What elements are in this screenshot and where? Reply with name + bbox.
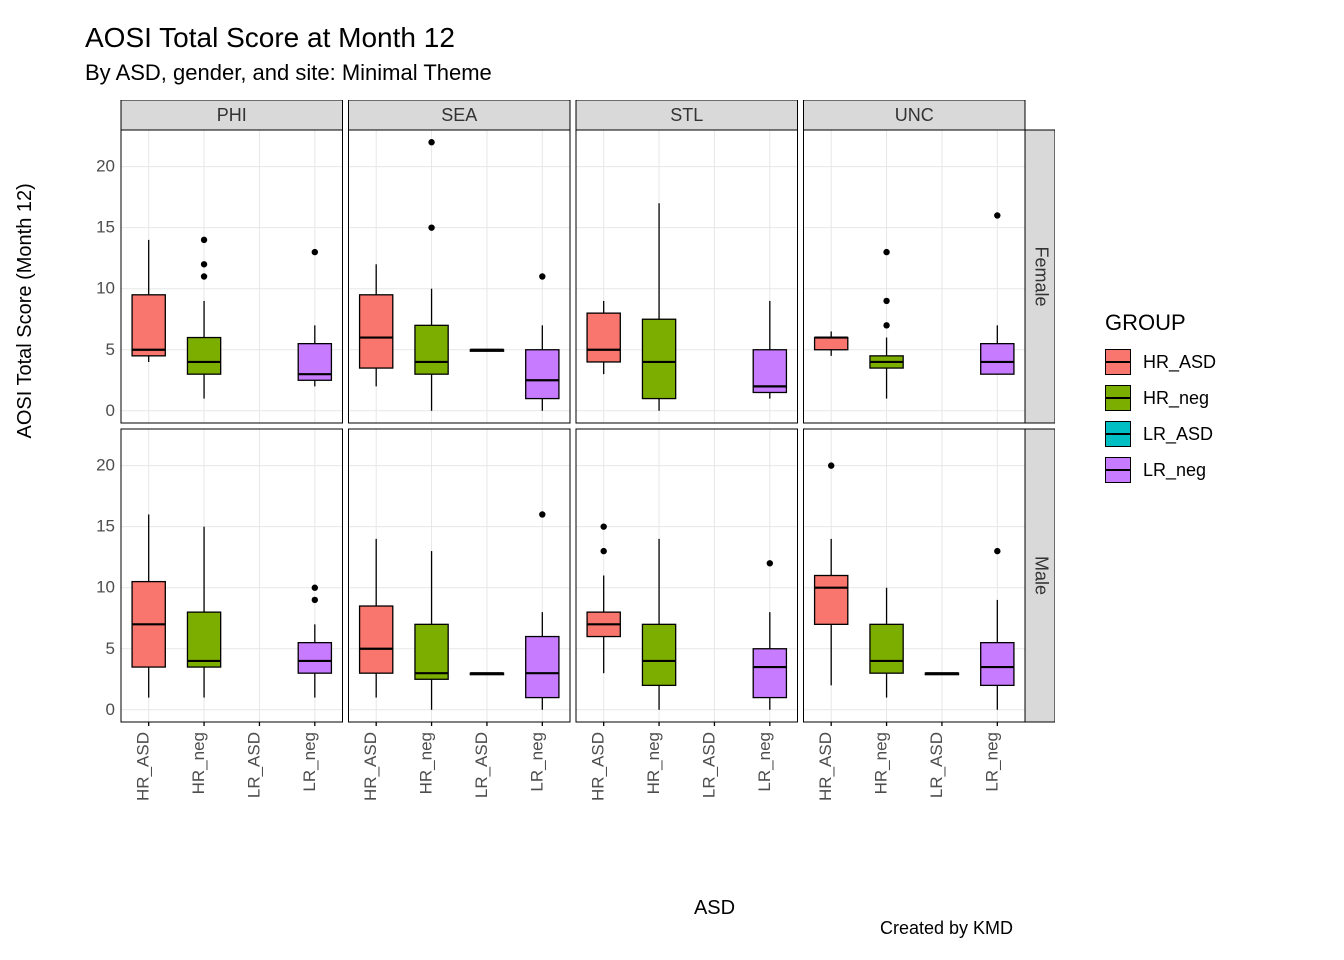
legend-label: HR_ASD (1143, 352, 1216, 373)
legend-key-icon (1105, 385, 1131, 411)
svg-text:20: 20 (96, 157, 115, 176)
svg-text:0: 0 (106, 700, 115, 719)
legend-item: LR_neg (1105, 452, 1305, 488)
svg-text:PHI: PHI (217, 105, 247, 125)
legend-label: LR_neg (1143, 460, 1206, 481)
svg-text:Female: Female (1031, 246, 1051, 306)
x-axis-title-wrap: ASD (0, 897, 1344, 920)
svg-text:LR_ASD: LR_ASD (927, 732, 946, 798)
svg-text:LR_ASD: LR_ASD (244, 732, 263, 798)
legend-item: HR_ASD (1105, 344, 1305, 380)
svg-text:LR_neg: LR_neg (755, 732, 774, 792)
facet-grid: PHI SEA STL UNC Female Male 0 5 10 15 20 0 5 10 15 20 HR… (85, 100, 1055, 800)
svg-text:HR_ASD: HR_ASD (361, 732, 380, 800)
legend-label: HR_neg (1143, 388, 1209, 409)
chart-caption: Created by KMD (880, 918, 1013, 939)
svg-text:HR_neg: HR_neg (417, 732, 436, 794)
svg-text:5: 5 (106, 340, 115, 359)
svg-text:HR_ASD: HR_ASD (134, 732, 153, 800)
svg-text:Male: Male (1031, 556, 1051, 595)
svg-text:5: 5 (106, 639, 115, 658)
svg-text:SEA: SEA (441, 105, 477, 125)
plot-area: PHI SEA STL UNC Female Male 0 5 10 15 20 0 5 10 15 20 HR… (85, 100, 1055, 800)
svg-text:LR_ASD: LR_ASD (699, 732, 718, 798)
svg-text:15: 15 (96, 218, 115, 237)
svg-text:10: 10 (96, 578, 115, 597)
y-axis-title: AOSI Total Score (Month 12) (14, 183, 37, 438)
svg-text:UNC: UNC (895, 105, 934, 125)
legend-item: HR_neg (1105, 380, 1305, 416)
svg-text:10: 10 (96, 279, 115, 298)
legend-label: LR_ASD (1143, 424, 1213, 445)
legend-key-icon (1105, 349, 1131, 375)
svg-text:STL: STL (670, 105, 703, 125)
legend: GROUP HR_ASD HR_neg LR_ASD LR_neg (1105, 310, 1305, 488)
svg-text:20: 20 (96, 456, 115, 475)
legend-item: LR_ASD (1105, 416, 1305, 452)
x-axis-title: ASD (230, 897, 1200, 920)
svg-text:LR_neg: LR_neg (982, 732, 1001, 792)
svg-text:HR_ASD: HR_ASD (589, 732, 608, 800)
svg-text:0: 0 (106, 401, 115, 420)
svg-text:15: 15 (96, 517, 115, 536)
legend-key-icon (1105, 457, 1131, 483)
chart-title: AOSI Total Score at Month 12 (85, 22, 455, 54)
svg-text:HR_neg: HR_neg (189, 732, 208, 794)
chart-subtitle: By ASD, gender, and site: Minimal Theme (85, 60, 492, 86)
svg-text:LR_ASD: LR_ASD (472, 732, 491, 798)
legend-key-icon (1105, 421, 1131, 447)
svg-text:LR_neg: LR_neg (527, 732, 546, 792)
svg-text:HR_neg: HR_neg (644, 732, 663, 794)
legend-title: GROUP (1105, 310, 1305, 336)
svg-text:HR_ASD: HR_ASD (816, 732, 835, 800)
svg-text:LR_neg: LR_neg (300, 732, 319, 792)
svg-text:HR_neg: HR_neg (872, 732, 891, 794)
